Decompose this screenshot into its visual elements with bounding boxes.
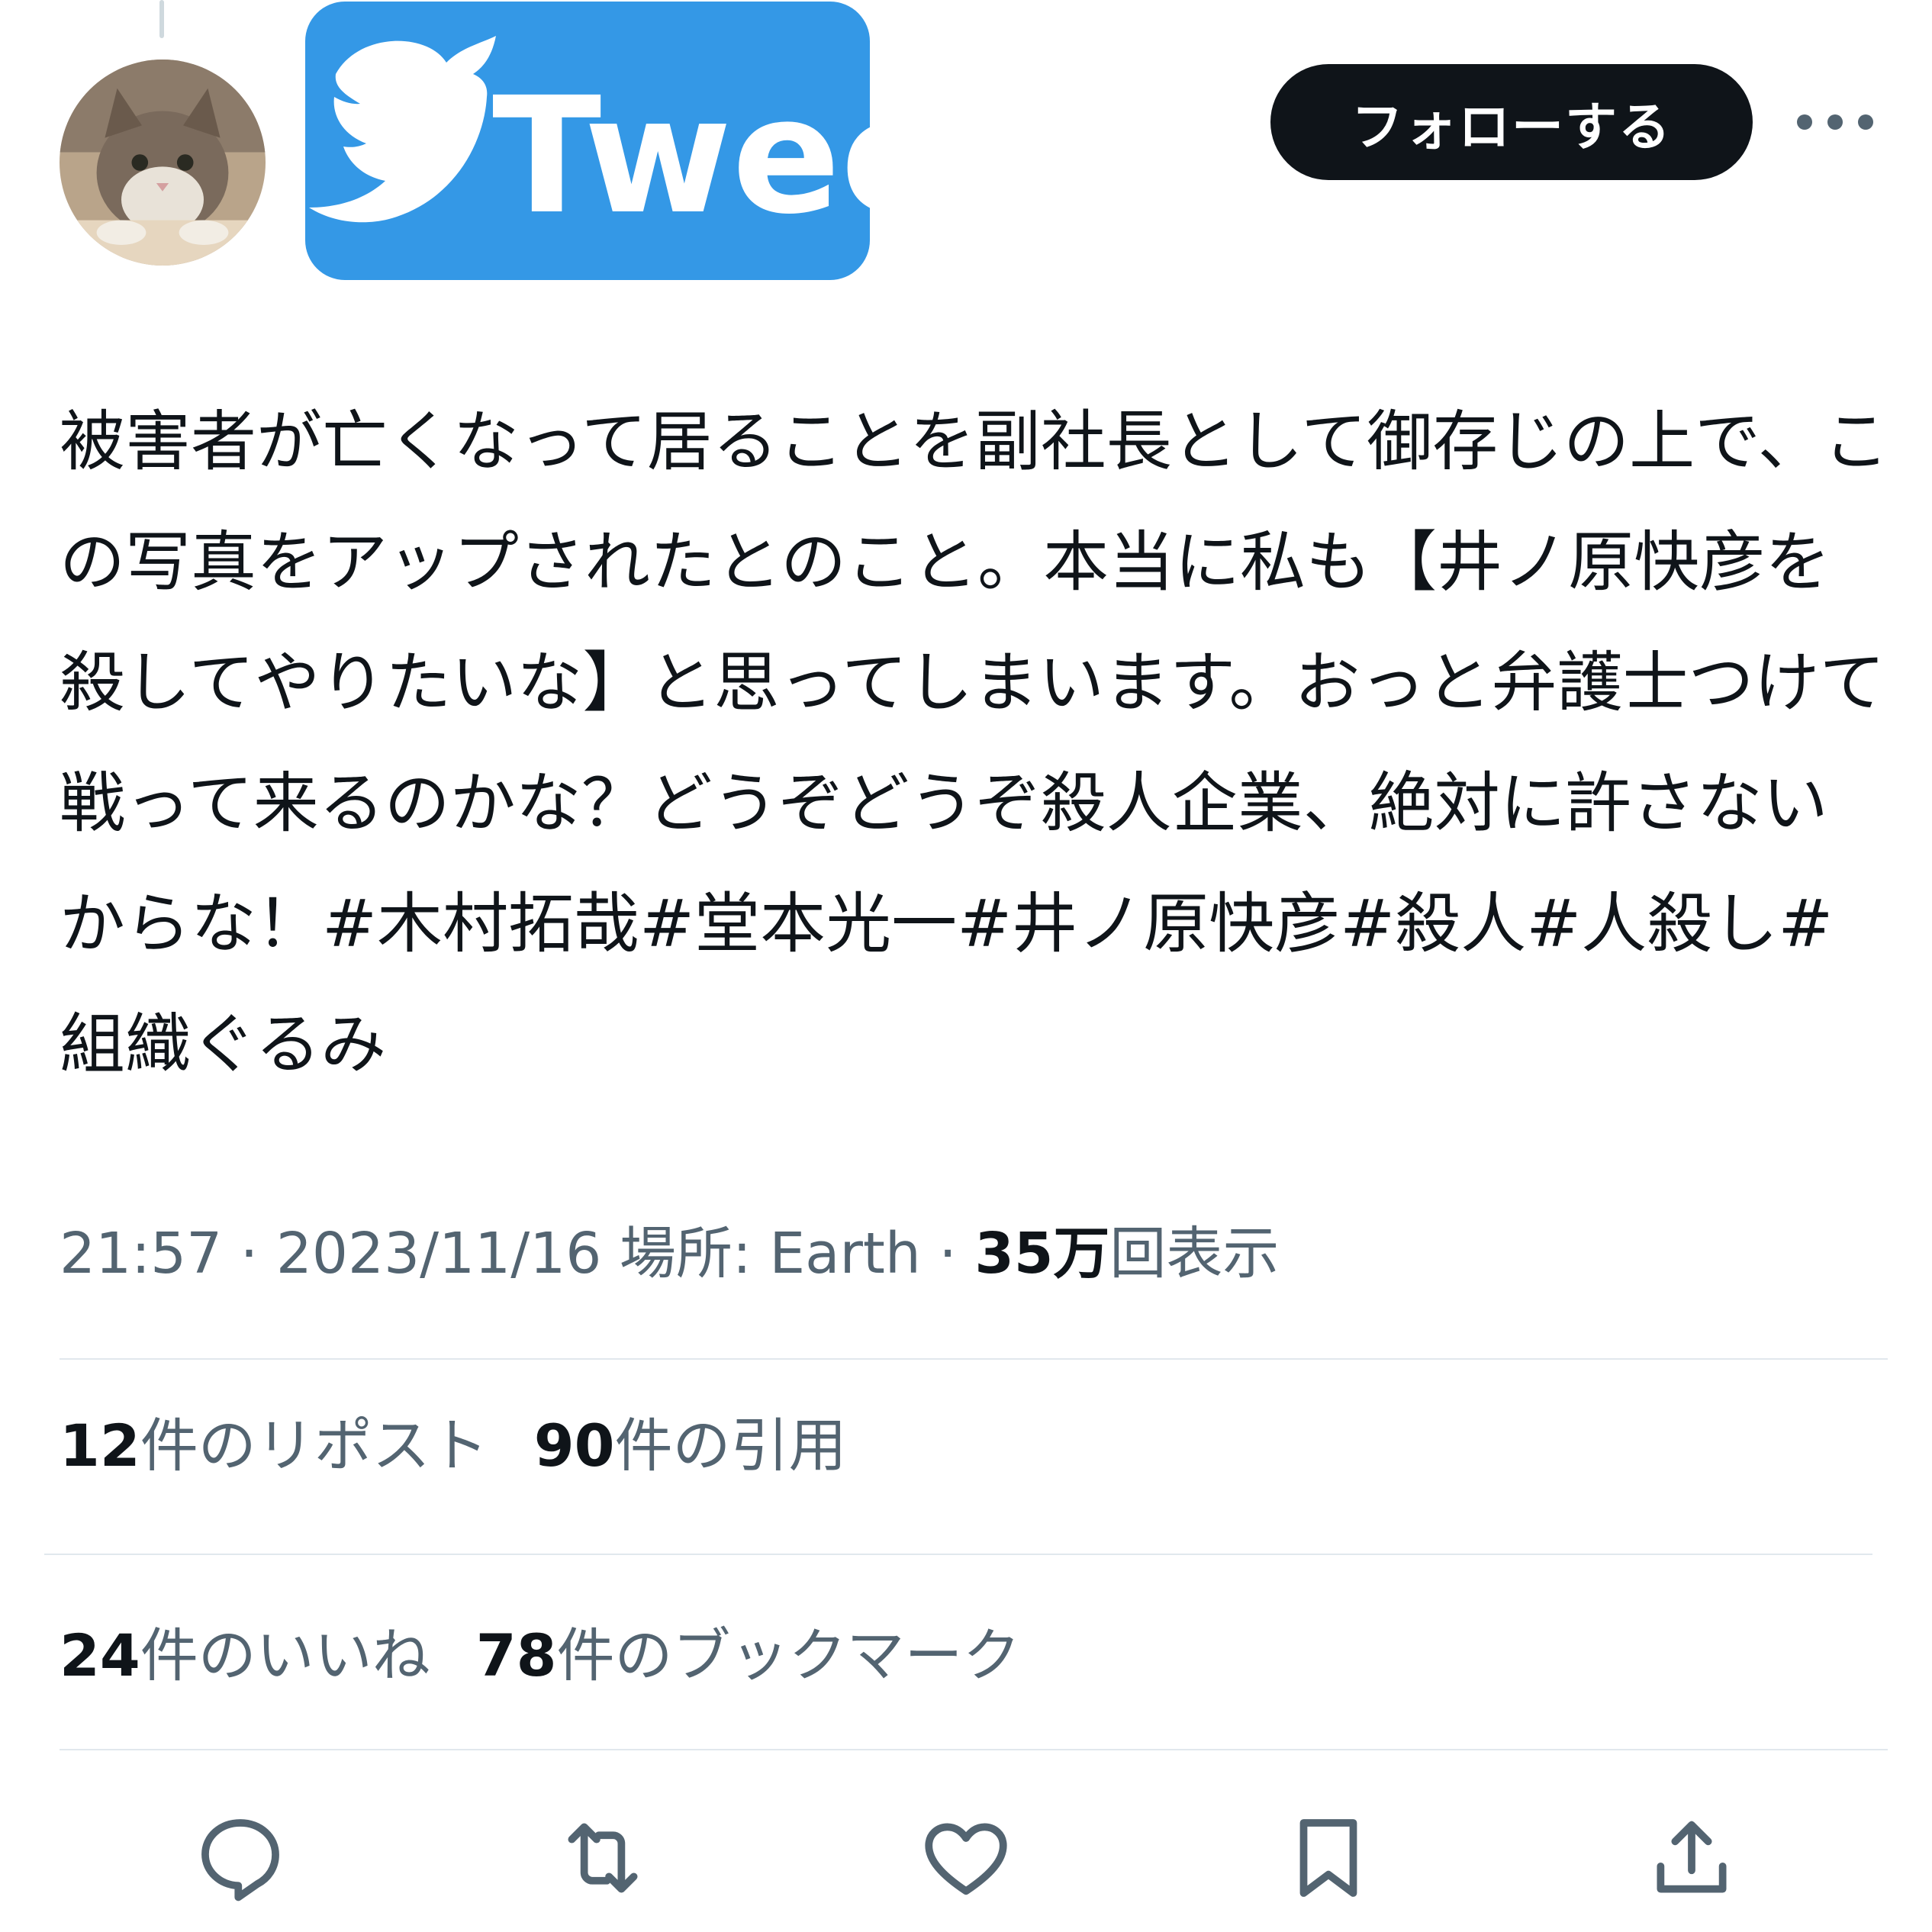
thread-line <box>159 0 164 38</box>
tweet-logo: Tweet <box>305 2 870 280</box>
repost-icon <box>568 1823 638 1893</box>
tweet-location: 場所: Earth <box>619 1221 921 1286</box>
tweet-time[interactable]: 21:57 <box>60 1221 222 1286</box>
avatar[interactable] <box>60 60 266 266</box>
bookmarks-stat[interactable]: 78件のブックマーク <box>476 1621 1021 1689</box>
divider <box>60 1749 1888 1750</box>
action-bar <box>0 1785 1932 1923</box>
divider <box>60 1358 1888 1360</box>
bookmarks-count: 78 <box>475 1621 557 1689</box>
share-button[interactable] <box>1634 1801 1749 1915</box>
views-label: 回表示 <box>1109 1221 1280 1286</box>
more-options-icon[interactable] <box>1797 107 1873 137</box>
reposts-count: 12 <box>60 1412 140 1480</box>
reply-button[interactable] <box>183 1801 298 1915</box>
cat-photo <box>60 60 266 266</box>
quotes-count: 90 <box>533 1412 615 1480</box>
bookmark-button[interactable] <box>1271 1801 1386 1915</box>
repost-button[interactable] <box>546 1801 660 1915</box>
bookmark-icon <box>1299 1819 1357 1897</box>
tweet-text: 被害者が亡くなって居ることを副社長として御存じの上で、この写真をアップされたとの… <box>60 404 1889 1083</box>
likes-count: 24 <box>60 1621 140 1689</box>
reposts-stat[interactable]: 12件のリポスト <box>60 1412 488 1480</box>
tweet-date[interactable]: 2023/11/16 <box>276 1221 602 1286</box>
stats-row-reposts: 12件のリポスト 90件の引用 <box>60 1404 1891 1488</box>
like-button[interactable] <box>909 1801 1023 1915</box>
bookmarks-label: 件のブックマーク <box>556 1621 1021 1689</box>
reposts-label: 件のリポスト <box>140 1412 488 1480</box>
quotes-label: 件の引用 <box>614 1412 847 1480</box>
tweet-meta: 21:57 · 2023/11/16 場所: Earth · 35万回表示 <box>60 1221 1280 1286</box>
divider <box>44 1554 1872 1555</box>
share-icon <box>1657 1821 1727 1893</box>
quotes-stat[interactable]: 90件の引用 <box>534 1412 847 1480</box>
like-icon <box>925 1823 1007 1895</box>
views-count[interactable]: 35万 <box>974 1221 1109 1286</box>
svg-text:Tweet: Tweet <box>492 63 870 250</box>
likes-label: 件のいいね <box>140 1621 430 1689</box>
likes-stat[interactable]: 24件のいいね <box>60 1621 430 1689</box>
follow-button[interactable]: フォローする <box>1270 64 1753 180</box>
reply-icon <box>201 1819 279 1901</box>
bird-logo-icon: Tweet <box>305 2 870 280</box>
stats-row-likes: 24件のいいね 78件のブックマーク <box>60 1614 1891 1698</box>
